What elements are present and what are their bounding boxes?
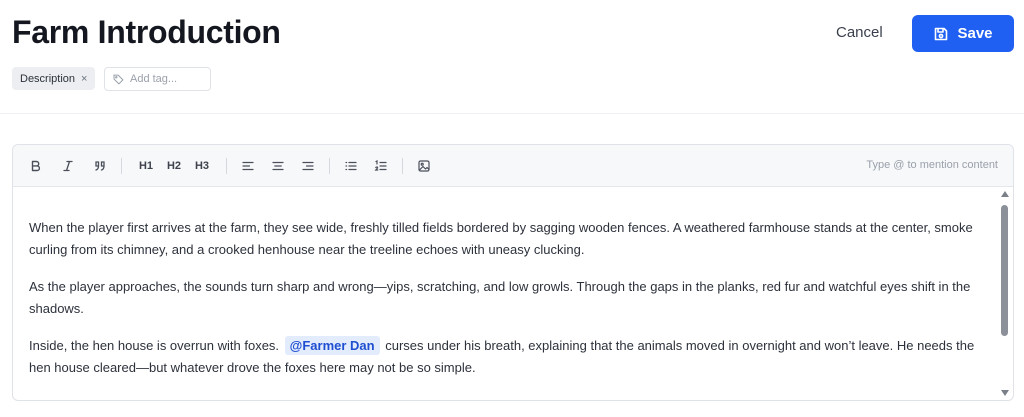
page-title: Farm Introduction xyxy=(12,14,281,50)
heading-1-button[interactable]: H1 xyxy=(132,155,160,177)
cancel-button[interactable]: Cancel xyxy=(836,24,883,41)
scroll-thumb[interactable] xyxy=(1001,205,1008,336)
header-divider xyxy=(0,113,1024,114)
mention-hint: Type @ to mention content xyxy=(866,159,998,171)
editor-toolbar: H1 H2 H3 Type @ to mention content xyxy=(13,145,1013,187)
toolbar-divider xyxy=(329,157,330,174)
editor-scrollbar[interactable] xyxy=(997,187,1013,400)
italic-icon[interactable] xyxy=(57,155,79,177)
quote-icon[interactable] xyxy=(89,155,111,177)
heading-2-button[interactable]: H2 xyxy=(160,155,188,177)
image-icon[interactable] xyxy=(413,155,435,177)
paragraph-3-start: Inside, the hen house is overrun with fo… xyxy=(29,338,280,353)
save-button[interactable]: Save xyxy=(912,15,1014,52)
save-label: Save xyxy=(957,25,993,42)
numbered-list-icon[interactable] xyxy=(370,155,392,177)
heading-3-button[interactable]: H3 xyxy=(188,155,216,177)
toolbar-divider xyxy=(402,157,403,174)
tag-icon xyxy=(113,74,124,85)
add-tag-input[interactable]: Add tag... xyxy=(104,67,211,91)
tag-chip: Description × xyxy=(12,67,96,90)
tag-label: Description xyxy=(20,72,76,85)
scroll-down-icon[interactable] xyxy=(1001,390,1009,396)
save-icon xyxy=(933,26,949,42)
tag-remove-icon[interactable]: × xyxy=(81,73,87,85)
scroll-up-icon[interactable] xyxy=(1001,191,1009,197)
add-tag-placeholder: Add tag... xyxy=(130,73,178,85)
toolbar-divider xyxy=(226,157,227,174)
align-left-icon[interactable] xyxy=(237,155,259,177)
paragraph-1: When the player first arrives at the far… xyxy=(29,220,973,257)
editor-content[interactable]: When the player first arrives at the far… xyxy=(13,187,998,394)
toolbar-divider xyxy=(121,157,122,174)
paragraph-3: Inside, the hen house is overrun with fo… xyxy=(29,335,982,379)
bold-icon[interactable] xyxy=(25,155,47,177)
align-center-icon[interactable] xyxy=(267,155,289,177)
mention-chip[interactable]: @Farmer Dan xyxy=(284,336,380,355)
bullet-list-icon[interactable] xyxy=(340,155,362,177)
align-right-icon[interactable] xyxy=(297,155,319,177)
rich-text-editor: H1 H2 H3 Type @ to mention content When … xyxy=(12,144,1014,401)
paragraph-2: As the player approaches, the sounds tur… xyxy=(29,279,971,316)
